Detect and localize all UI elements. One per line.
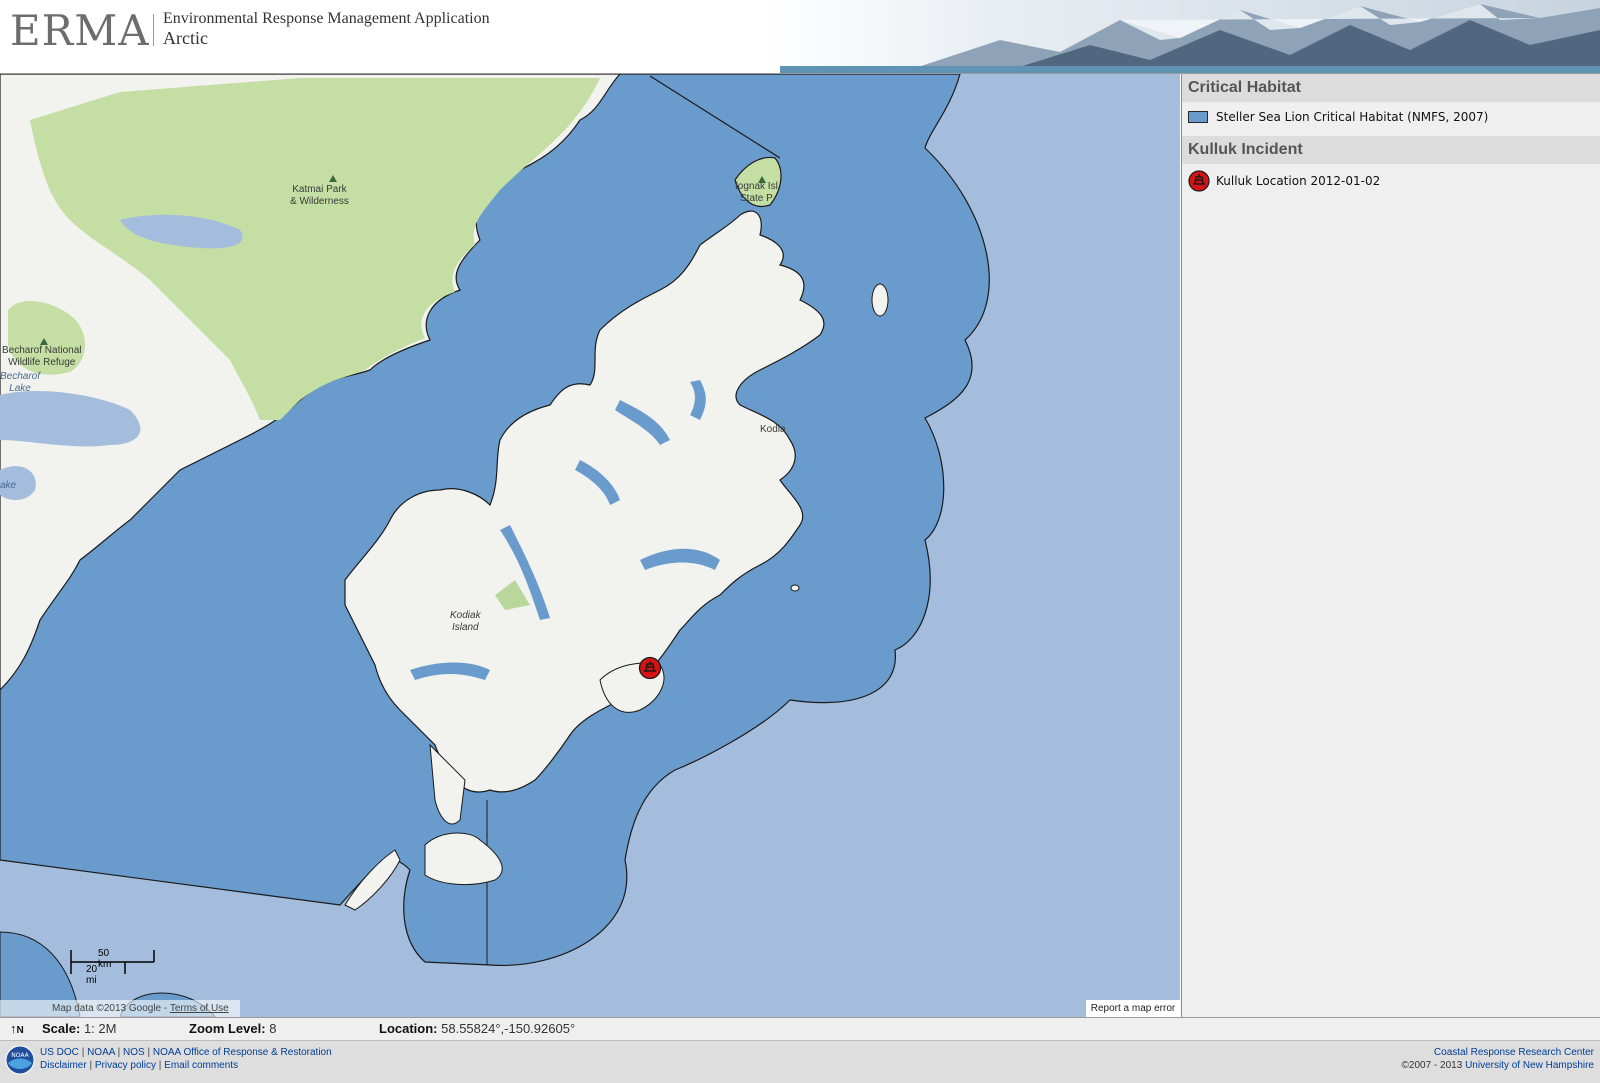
map-label-becharof-lake: Becharof Lake <box>0 371 41 394</box>
map-label-lake: ake <box>0 480 17 491</box>
legend-item-kulluk-location[interactable]: Kulluk Location 2012-01-02 <box>1182 164 1600 198</box>
kulluk-location-marker[interactable] <box>638 656 662 680</box>
app-title: Environmental Response Management Applic… <box>163 10 490 27</box>
legend-section-critical-habitat[interactable]: Critical Habitat <box>1182 74 1600 102</box>
footer-link-email[interactable]: Email comments <box>164 1060 238 1071</box>
scale-km-label: 50 km <box>98 948 112 970</box>
map-layers <box>0 74 990 1017</box>
legend-item-steller-sea-lion[interactable]: Steller Sea Lion Critical Habitat (NMFS,… <box>1182 102 1600 132</box>
north-arrow-icon: ↑N <box>10 1021 24 1036</box>
habitat-swatch <box>1188 111 1208 123</box>
map-label-kodiak-island: Kodiak Island <box>450 610 481 633</box>
app-subtitle: Arctic <box>163 28 208 48</box>
scale-readout: Scale: 1: 2M <box>42 1021 117 1036</box>
kulluk-rig-icon <box>1188 170 1210 192</box>
noaa-logo: NOAA <box>5 1045 35 1075</box>
legend-section-kulluk-incident[interactable]: Kulluk Incident <box>1182 136 1600 164</box>
terms-of-use-link[interactable]: Terms of Use <box>170 1003 229 1014</box>
footer-link-privacy[interactable]: Privacy policy <box>95 1060 156 1071</box>
map-label-afognak: fognak Isl State P <box>735 181 778 204</box>
footer-link-disclaimer[interactable]: Disclaimer <box>40 1060 87 1071</box>
footer-link-response-restoration[interactable]: NOAA Office of Response & Restoration <box>153 1047 332 1058</box>
page-footer: NOAA US DOC | NOAA | NOS | NOAA Office o… <box>0 1040 1600 1083</box>
location-readout: Location: 58.55824°,-150.92605° <box>379 1021 576 1036</box>
zoom-level-readout: Zoom Level: 8 <box>189 1021 277 1036</box>
svg-text:NOAA: NOAA <box>11 1052 29 1059</box>
legend-panel: Critical Habitat Steller Sea Lion Critic… <box>1181 74 1600 1017</box>
map-label-kodiak-city: Kodia <box>760 424 786 435</box>
map-label-becharof: Becharof National Wildlife Refuge <box>2 345 82 368</box>
footer-credits: Coastal Response Research Center ©2007 -… <box>1401 1046 1594 1071</box>
footer-link-nos[interactable]: NOS <box>123 1047 145 1058</box>
app-header: ERMA Environmental Response Management A… <box>0 0 1600 74</box>
footer-links: US DOC | NOAA | NOS | NOAA Office of Res… <box>40 1047 332 1071</box>
map-status-bar: ↑N Scale: 1: 2M Zoom Level: 8 Location: … <box>0 1017 1600 1040</box>
map-label-katmai: Katmai Park & Wilderness <box>290 184 349 207</box>
logo-divider <box>153 14 154 46</box>
footer-link-unh[interactable]: University of New Hampshire <box>1465 1060 1594 1071</box>
scale-mi-label: 20 mi <box>86 964 98 986</box>
map-attribution: Map data ©2013 Google - Terms of Use <box>0 1000 240 1017</box>
footer-link-us-doc[interactable]: US DOC <box>40 1047 79 1058</box>
footer-link-crrc[interactable]: Coastal Response Research Center <box>1402 1046 1594 1059</box>
erma-logo: ERMA <box>10 6 150 55</box>
map-canvas[interactable]: Katmai Park & Wilderness Becharof Nation… <box>0 74 1180 1017</box>
footer-link-noaa[interactable]: NOAA <box>87 1047 115 1058</box>
report-map-error-link[interactable]: Report a map error <box>1086 1000 1180 1017</box>
